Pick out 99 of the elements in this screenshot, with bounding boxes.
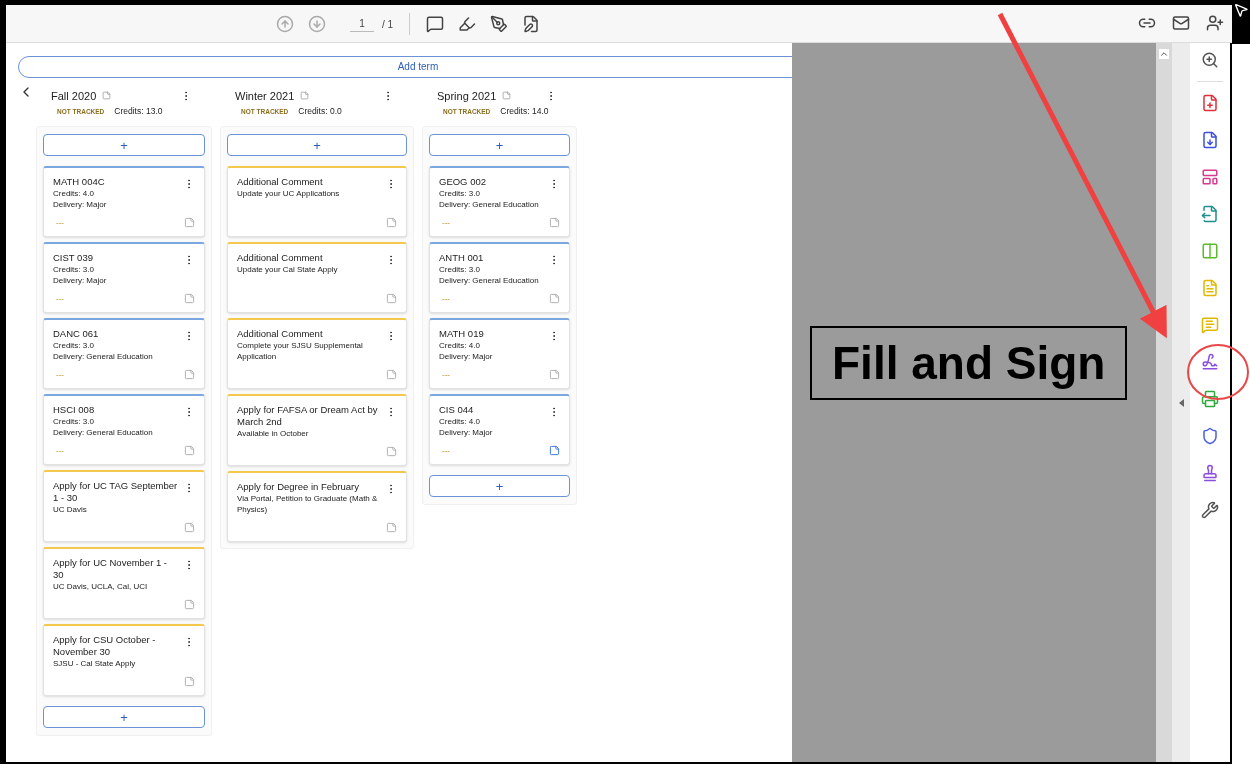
card-title: Apply for FAFSA or Dream Act by March 2nd bbox=[237, 403, 379, 428]
card-title: Additional Comment bbox=[237, 327, 324, 340]
collapse-arrow-icon[interactable] bbox=[1178, 398, 1184, 407]
file-export-icon[interactable] bbox=[1201, 205, 1219, 223]
card-detail: Complete your SJSU Supplemental Application bbox=[237, 339, 364, 362]
card-detail: Available in October bbox=[237, 427, 310, 439]
term-name: Fall 2020 bbox=[51, 88, 97, 104]
highlight-ellipse bbox=[1187, 344, 1249, 400]
pen-icon[interactable] bbox=[490, 15, 509, 33]
card-title: CIST 039 bbox=[53, 251, 94, 264]
course-card[interactable]: DANC 061 Credits: 3.0 Delivery: General Education --- bbox=[43, 317, 205, 389]
comment-card[interactable]: Additional Comment Update your UC Applications bbox=[227, 165, 407, 237]
comment-card[interactable]: Additional Comment Update your Cal State Apply bbox=[227, 241, 407, 313]
card-title: CIS 044 bbox=[439, 403, 475, 416]
comment-card[interactable]: Apply for FAFSA or Dream Act by March 2nd Available in October bbox=[227, 393, 407, 466]
scroll-up-icon[interactable] bbox=[1159, 49, 1169, 59]
status-dots: --- bbox=[55, 216, 64, 229]
stamp-icon[interactable] bbox=[1201, 464, 1219, 482]
add-course-button[interactable]: + bbox=[429, 134, 570, 156]
card-detail: Delivery: Major bbox=[53, 198, 108, 210]
card-title: MATH 019 bbox=[439, 327, 485, 340]
add-user-icon[interactable] bbox=[1206, 14, 1224, 32]
card-title: Apply for CSU October - November 30 bbox=[53, 633, 157, 658]
course-card[interactable]: MATH 004C Credits: 4.0 Delivery: Major --- bbox=[43, 165, 205, 237]
card-detail: Credits: 4.0 bbox=[53, 187, 95, 199]
file-download-icon[interactable] bbox=[1201, 131, 1219, 149]
card-detail: Credits: 3.0 bbox=[53, 339, 95, 351]
card-detail: Credits: 3.0 bbox=[53, 263, 95, 275]
card-detail: Credits: 4.0 bbox=[439, 339, 481, 351]
card-title: HSCI 008 bbox=[53, 403, 96, 416]
card-detail: Update your Cal State Apply bbox=[237, 263, 339, 275]
card-detail: UC Davis bbox=[53, 503, 88, 515]
layout-icon[interactable] bbox=[1201, 168, 1219, 186]
highlighter-icon[interactable] bbox=[458, 15, 477, 33]
printer-icon[interactable] bbox=[1201, 390, 1219, 408]
add-course-button[interactable]: + bbox=[43, 706, 205, 728]
add-course-button[interactable]: + bbox=[429, 475, 570, 497]
status-dots: --- bbox=[441, 292, 450, 305]
credits-label: Credits: 14.0 bbox=[500, 105, 549, 118]
card-title: Additional Comment bbox=[237, 175, 324, 188]
add-course-button[interactable]: + bbox=[227, 134, 407, 156]
mail-icon[interactable] bbox=[1172, 14, 1190, 32]
card-title: DANC 061 bbox=[53, 327, 100, 340]
card-title: ANTH 001 bbox=[439, 251, 485, 264]
file-edit-icon[interactable] bbox=[522, 15, 541, 33]
status-dots: --- bbox=[55, 368, 64, 381]
comment-card[interactable]: Apply for CSU October - November 30 SJSU - Cal State Apply bbox=[43, 623, 205, 696]
card-detail: Credits: 3.0 bbox=[53, 415, 95, 427]
status-dots: --- bbox=[441, 368, 450, 381]
course-card[interactable]: GEOG 002 Credits: 3.0 Delivery: General Education --- bbox=[429, 165, 570, 237]
comment-card[interactable]: Apply for UC November 1 - 30 UC Davis, UCLA, Cal, UCI bbox=[43, 546, 205, 619]
card-detail: Credits: 3.0 bbox=[439, 263, 481, 275]
comment-icon[interactable] bbox=[426, 15, 445, 33]
card-detail: UC Davis, UCLA, Cal, UCI bbox=[53, 580, 149, 592]
zoom-icon[interactable] bbox=[1201, 51, 1219, 69]
shield-icon[interactable] bbox=[1201, 427, 1219, 445]
card-title: GEOG 002 bbox=[439, 175, 487, 188]
comment-card[interactable]: Apply for UC TAG September 1 - 30 UC Davis bbox=[43, 469, 205, 542]
course-card[interactable]: MATH 019 Credits: 4.0 Delivery: Major --- bbox=[429, 317, 570, 389]
card-detail: Delivery: Major bbox=[439, 426, 494, 438]
card-title: Apply for Degree in February bbox=[237, 480, 360, 493]
card-detail: Delivery: General Education bbox=[53, 426, 154, 438]
card-detail: Credits: 4.0 bbox=[439, 415, 481, 427]
card-title: MATH 004C bbox=[53, 175, 106, 188]
term-name: Winter 2021 bbox=[235, 88, 295, 104]
page-total: / 1 bbox=[382, 17, 394, 32]
term-name: Spring 2021 bbox=[437, 88, 497, 104]
signature-icon[interactable] bbox=[1201, 353, 1219, 371]
card-detail: Credits: 3.0 bbox=[439, 187, 481, 199]
credits-label: Credits: 13.0 bbox=[114, 105, 163, 118]
course-card[interactable]: ANTH 001 Credits: 3.0 Delivery: General Education --- bbox=[429, 241, 570, 313]
card-detail: Via Portal, Petition to Graduate (Math & Physics) bbox=[237, 492, 379, 515]
credits-label: Credits: 0.0 bbox=[298, 105, 342, 118]
card-title: Additional Comment bbox=[237, 251, 324, 264]
scrollbar[interactable] bbox=[1156, 43, 1172, 762]
card-detail: Delivery: General Education bbox=[439, 274, 540, 286]
page-number-field[interactable]: 1 bbox=[350, 16, 374, 32]
callout-text: Fill and Sign bbox=[832, 336, 1106, 389]
comment-card[interactable]: Additional Comment Complete your SJSU Supplemental Application bbox=[227, 317, 407, 389]
wrench-icon[interactable] bbox=[1201, 501, 1219, 519]
status-dots: --- bbox=[441, 216, 450, 229]
card-title: Apply for UC November 1 - 30 bbox=[53, 556, 169, 581]
add-course-button[interactable]: + bbox=[43, 134, 205, 156]
card-title: Apply for UC TAG September 1 - 30 bbox=[53, 479, 179, 504]
course-card[interactable]: HSCI 008 Credits: 3.0 Delivery: General Education --- bbox=[43, 393, 205, 465]
course-card[interactable]: CIS 044 Credits: 4.0 Delivery: Major --- bbox=[429, 393, 570, 465]
card-detail: Delivery: General Education bbox=[439, 198, 540, 210]
file-plus-icon[interactable] bbox=[1201, 94, 1219, 112]
status-dots: --- bbox=[55, 292, 64, 305]
status-dots: --- bbox=[55, 444, 64, 457]
status-dots: --- bbox=[441, 444, 450, 457]
comment-card[interactable]: Apply for Degree in February Via Portal, Petition to Graduate (Math & Physics) bbox=[227, 470, 407, 542]
card-detail: SJSU - Cal State Apply bbox=[53, 657, 137, 669]
card-detail: Update your UC Applications bbox=[237, 187, 341, 199]
course-card[interactable]: CIST 039 Credits: 3.0 Delivery: Major --- bbox=[43, 241, 205, 313]
card-detail: Delivery: Major bbox=[439, 350, 494, 362]
note-icon[interactable] bbox=[549, 445, 560, 456]
card-detail: Delivery: General Education bbox=[53, 350, 154, 362]
card-detail: Delivery: Major bbox=[53, 274, 108, 286]
